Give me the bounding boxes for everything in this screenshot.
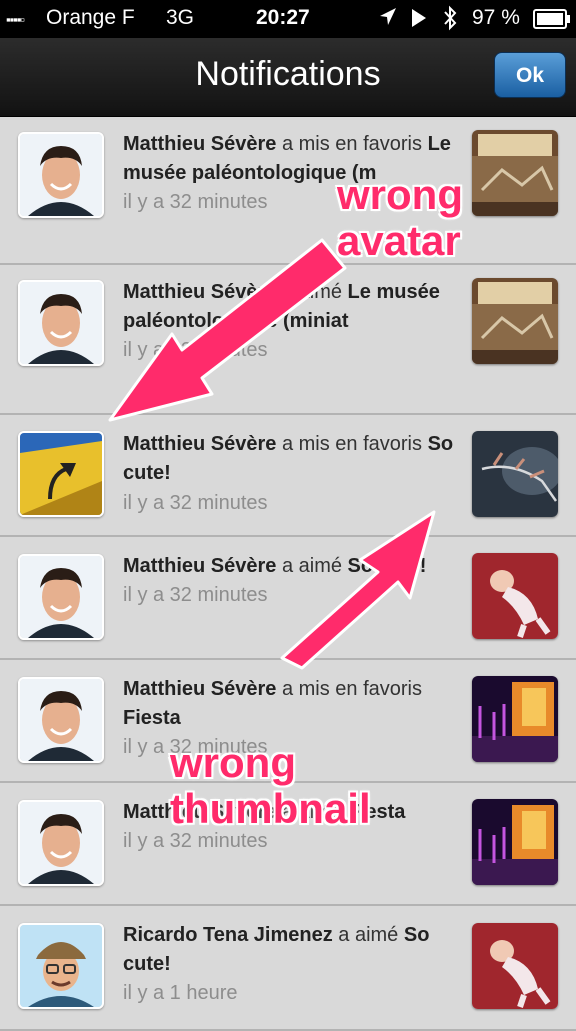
party-room-icon (472, 676, 558, 762)
man-photo-icon (20, 134, 102, 216)
man-photo-icon (20, 556, 102, 638)
baby-photo-icon (472, 553, 558, 639)
battery-icon (533, 9, 571, 35)
avatar (18, 431, 104, 517)
action-text: a aimé (281, 281, 342, 303)
avatar (18, 280, 104, 366)
thumbnail[interactable] (472, 676, 558, 762)
museum-hall-icon (472, 278, 558, 364)
thumbnail[interactable] (472, 553, 558, 639)
notification-list: Matthieu Sévère a mis en favoris Le musé… (0, 117, 576, 1031)
action-text: a mis en favoris (281, 133, 423, 155)
actor-name: Ricardo Tena Jimenez (123, 924, 333, 946)
ok-button[interactable]: Ok (494, 52, 566, 98)
actor-name: Matthieu Sévère (123, 433, 277, 455)
page-title: Notifications (195, 55, 381, 93)
timestamp: il y a 32 minutes (123, 339, 268, 361)
notification-text: Matthieu Sévère a mis en favoris So cute… (123, 430, 458, 518)
clock: 20:27 (256, 6, 310, 29)
annotation-wrong-thumbnail: wrong thumbnail (170, 739, 371, 832)
item-title: Fiesta (123, 707, 181, 729)
list-item[interactable]: Matthieu Sévère a aimé So cute! il y a 3… (0, 537, 576, 660)
actor-name: Matthieu Sévère (123, 555, 277, 577)
thumbnail[interactable] (472, 431, 558, 517)
location-icon (378, 5, 398, 35)
baby-photo-icon (472, 923, 558, 1009)
navigation-bar: Notifications Ok (0, 38, 576, 117)
network-type: 3G (166, 6, 195, 29)
avatar (18, 923, 104, 1009)
yellow-wall-lamp-icon (20, 433, 102, 515)
notification-text: Matthieu Sévère a aimé So cute! il y a 3… (123, 552, 458, 610)
action-text: a aimé (281, 555, 342, 577)
avatar (18, 554, 104, 640)
notification-text: Ricardo Tena Jimenez a aimé So cute! il … (123, 921, 458, 1008)
carrier-name: Orange F (46, 6, 135, 29)
thumbnail[interactable] (472, 923, 558, 1009)
man-photo-icon (20, 679, 102, 761)
timestamp: il y a 32 minutes (123, 492, 268, 514)
man-photo-icon (20, 282, 102, 364)
list-item[interactable]: Matthieu Sévère a mis en favoris Le musé… (0, 117, 576, 265)
man-photo-icon (20, 802, 102, 884)
battery-percentage: 97 % (472, 6, 520, 29)
notification-text: Matthieu Sévère a aimé Le musée paléonto… (123, 278, 458, 365)
avatar (18, 677, 104, 763)
avatar (18, 132, 104, 218)
actor-name: Matthieu Sévère (123, 678, 277, 700)
party-room-icon (472, 799, 558, 885)
list-item[interactable]: Matthieu Sévère a mis en favoris So cute… (0, 415, 576, 537)
actor-name: Matthieu Sévère (123, 281, 277, 303)
action-text: a aimé (338, 924, 399, 946)
annotation-wrong-avatar: wrong avatar (337, 171, 463, 264)
thumbnail[interactable] (472, 278, 558, 364)
action-text: a mis en favoris (281, 678, 423, 700)
status-bar: ▪▪▪▪▫ Orange F 3G 20:27 97 % (0, 0, 576, 38)
list-item[interactable]: Ricardo Tena Jimenez a aimé So cute! il … (0, 906, 576, 1031)
timestamp: il y a 32 minutes (123, 584, 268, 606)
timestamp: il y a 1 heure (123, 982, 238, 1004)
signal-strength-icon: ▪▪▪▪▫ (6, 12, 25, 27)
avatar (18, 800, 104, 886)
bluetooth-icon (442, 5, 458, 37)
list-item[interactable]: Matthieu Sévère a aimé Le musée paléonto… (0, 265, 576, 415)
action-text: a mis en favoris (281, 433, 423, 455)
item-title: So cute! (347, 555, 427, 577)
actor-name: Matthieu Sévère (123, 133, 277, 155)
thumbnail[interactable] (472, 799, 558, 885)
play-icon (410, 7, 428, 35)
frozen-branch-icon (472, 431, 558, 517)
cartoon-avatar-icon (20, 925, 102, 1007)
